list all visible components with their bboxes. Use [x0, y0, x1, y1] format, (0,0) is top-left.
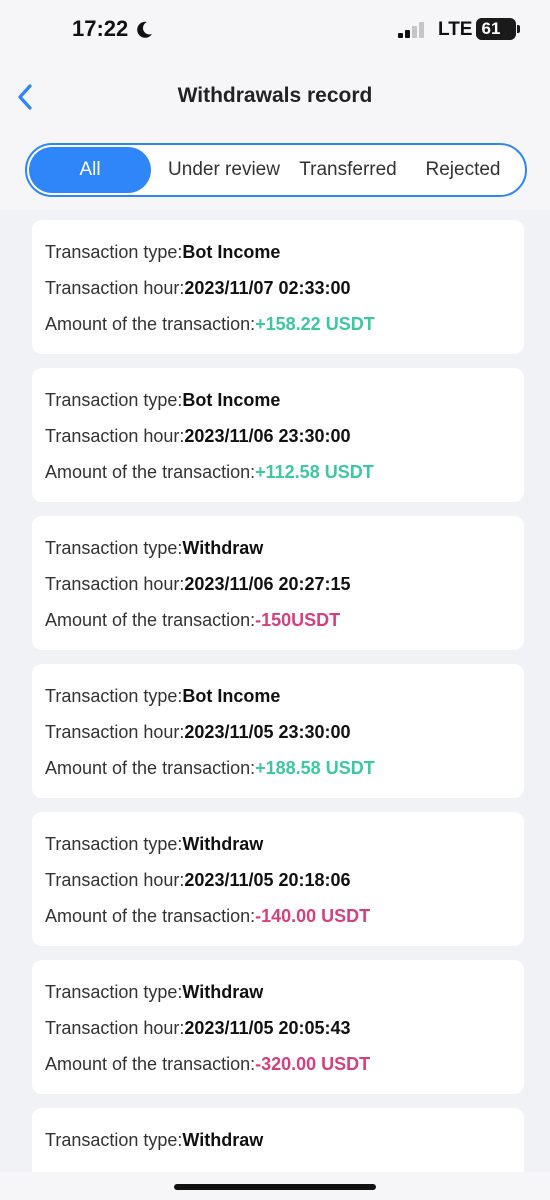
amount-label: Amount of the transaction:: [45, 462, 256, 482]
type-row: Transaction type:Withdraw: [45, 538, 263, 559]
amount-label: Amount of the transaction:: [45, 610, 256, 630]
filter-tabs-area: All Under review Transferred Rejected: [0, 132, 550, 210]
hour-label: Transaction hour:: [45, 722, 185, 742]
network-label: LTE: [438, 19, 473, 40]
amount-row: Amount of the transaction:-150USDT: [45, 610, 340, 631]
amount-label: Amount of the transaction:: [45, 906, 256, 926]
type-label: Transaction type:: [45, 686, 183, 706]
type-value: Bot Income: [182, 242, 281, 262]
home-indicator[interactable]: [174, 1184, 376, 1190]
hour-label: Transaction hour:: [45, 870, 185, 890]
hour-value: 2023/11/05 20:18:06: [184, 870, 351, 890]
type-value: Withdraw: [182, 834, 264, 854]
type-label: Transaction type:: [45, 982, 183, 1002]
nav-bar: Withdrawals record: [0, 62, 550, 132]
filter-tabs: All Under review Transferred Rejected: [25, 143, 527, 197]
amount-row: Amount of the transaction:+158.22 USDT: [45, 314, 375, 335]
amount-value: -150USDT: [255, 610, 341, 630]
amount-value: +188.58 USDT: [255, 758, 375, 778]
hour-row: Transaction hour:2023/11/07 02:33:00: [45, 278, 351, 299]
type-label: Transaction type:: [45, 538, 183, 558]
type-value: Bot Income: [182, 390, 281, 410]
type-value: Withdraw: [182, 538, 264, 558]
transaction-card[interactable]: Transaction type:Bot Income Transaction …: [32, 664, 524, 798]
transaction-card[interactable]: Transaction type:Withdraw Transaction ho…: [32, 960, 524, 1094]
type-row: Transaction type:Bot Income: [45, 390, 280, 411]
hour-value: 2023/11/07 02:33:00: [184, 278, 351, 298]
tab-transferred[interactable]: Transferred: [283, 145, 413, 195]
page-title: Withdrawals record: [177, 84, 373, 107]
transaction-card[interactable]: Transaction type:Withdraw Transaction ho…: [32, 812, 524, 946]
status-time: 17:22: [72, 16, 129, 41]
amount-label: Amount of the transaction:: [45, 1054, 256, 1074]
type-value: Bot Income: [182, 686, 281, 706]
hour-row: Transaction hour:2023/11/05 23:30:00: [45, 722, 351, 743]
hour-row: Transaction hour:2023/11/06 20:27:15: [45, 574, 351, 595]
amount-value: +112.58 USDT: [255, 462, 374, 482]
hour-value: 2023/11/05 20:05:43: [184, 1018, 351, 1038]
type-label: Transaction type:: [45, 242, 183, 262]
type-value: Withdraw: [182, 1130, 264, 1150]
signal-icon: [398, 22, 430, 38]
type-label: Transaction type:: [45, 834, 183, 854]
amount-row: Amount of the transaction:-140.00 USDT: [45, 906, 370, 927]
transaction-card[interactable]: Transaction type:Bot Income Transaction …: [32, 368, 524, 502]
amount-row: Amount of the transaction:+188.58 USDT: [45, 758, 375, 779]
hour-value: 2023/11/06 23:30:00: [184, 426, 351, 446]
hour-row: Transaction hour:2023/11/05 20:05:43: [45, 1018, 351, 1039]
transaction-card[interactable]: Transaction type:Withdraw: [32, 1108, 524, 1172]
tab-rejected[interactable]: Rejected: [413, 145, 513, 195]
amount-row: Amount of the transaction:-320.00 USDT: [45, 1054, 370, 1075]
type-value: Withdraw: [182, 982, 264, 1002]
amount-value: -140.00 USDT: [255, 906, 371, 926]
type-label: Transaction type:: [45, 1130, 183, 1150]
type-row: Transaction type:Bot Income: [45, 686, 280, 707]
hour-label: Transaction hour:: [45, 278, 185, 298]
hour-label: Transaction hour:: [45, 426, 185, 446]
type-row: Transaction type:Withdraw: [45, 1130, 263, 1151]
hour-row: Transaction hour:2023/11/05 20:18:06: [45, 870, 351, 891]
amount-value: -320.00 USDT: [255, 1054, 371, 1074]
transaction-card[interactable]: Transaction type:Bot Income Transaction …: [32, 220, 524, 354]
transaction-card[interactable]: Transaction type:Withdraw Transaction ho…: [32, 516, 524, 650]
tab-under-review[interactable]: Under review: [153, 145, 295, 195]
hour-row: Transaction hour:2023/11/06 23:30:00: [45, 426, 351, 447]
tab-all[interactable]: All: [29, 147, 151, 193]
amount-row: Amount of the transaction:+112.58 USDT: [45, 462, 374, 483]
amount-label: Amount of the transaction:: [45, 758, 256, 778]
hour-value: 2023/11/05 23:30:00: [184, 722, 351, 742]
battery-icon: 61: [476, 18, 520, 40]
type-row: Transaction type:Withdraw: [45, 834, 263, 855]
battery-level: 61: [481, 19, 501, 38]
hour-label: Transaction hour:: [45, 574, 185, 594]
hour-label: Transaction hour:: [45, 1018, 185, 1038]
hour-value: 2023/11/06 20:27:15: [184, 574, 351, 594]
moon-icon: [137, 21, 152, 38]
type-row: Transaction type:Withdraw: [45, 982, 263, 1003]
amount-value: +158.22 USDT: [255, 314, 375, 334]
transaction-list[interactable]: Transaction type:Bot Income Transaction …: [0, 210, 550, 1172]
amount-label: Amount of the transaction:: [45, 314, 256, 334]
type-label: Transaction type:: [45, 390, 183, 410]
type-row: Transaction type:Bot Income: [45, 242, 280, 263]
status-bar: 17:22 LTE 61: [0, 0, 550, 62]
